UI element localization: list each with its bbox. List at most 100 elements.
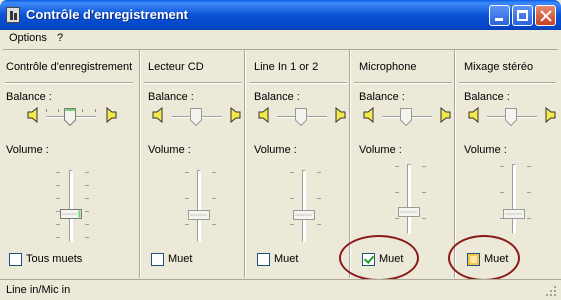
volume-track <box>197 170 201 242</box>
volume-tick <box>527 192 531 193</box>
mute-checkbox[interactable] <box>467 253 480 266</box>
menu-bar: Options ? <box>3 30 558 48</box>
speaker-right-icon <box>333 107 347 123</box>
balance-label: Balance : <box>359 91 405 103</box>
volume-tick <box>85 224 89 225</box>
volume-slider[interactable] <box>293 210 315 220</box>
column-line-in: Line In 1 or 2 Balance : Volume : Muet <box>247 50 349 278</box>
volume-tick <box>500 192 504 193</box>
title-bar[interactable]: Contrôle d'enregistrement <box>0 0 561 30</box>
mute-label[interactable]: Muet <box>379 253 403 265</box>
volume-track <box>302 170 306 242</box>
speaker-left-icon <box>151 107 165 123</box>
size-grip-icon[interactable] <box>546 286 557 297</box>
column-divider <box>5 82 133 84</box>
volume-tick <box>395 218 399 219</box>
mute-label[interactable]: Muet <box>168 253 192 265</box>
close-icon[interactable] <box>535 5 556 26</box>
mixer-panel: Contrôle d'enregistrement Balance : Volu… <box>3 49 558 281</box>
mute-label[interactable]: Muet <box>274 253 298 265</box>
volume-tick <box>317 224 321 225</box>
column-separator <box>139 50 141 278</box>
volume-tick <box>212 224 216 225</box>
column-divider <box>354 82 452 84</box>
minimize-icon[interactable] <box>489 5 510 26</box>
balance-tick <box>46 109 47 112</box>
volume-tick <box>56 185 60 186</box>
volume-tick <box>317 172 321 173</box>
mute-all-label[interactable]: Tous muets <box>26 253 82 265</box>
volume-label: Volume : <box>6 144 49 156</box>
volume-tick <box>185 172 189 173</box>
speaker-right-icon <box>438 107 452 123</box>
volume-track <box>407 164 411 234</box>
volume-tick <box>422 192 426 193</box>
speaker-left-icon <box>257 107 271 123</box>
volume-tick <box>85 211 89 212</box>
column-title: Contrôle d'enregistrement <box>6 61 133 73</box>
column-divider <box>249 82 347 84</box>
menu-options[interactable]: Options <box>9 32 47 44</box>
speaker-right-icon <box>543 107 557 123</box>
volume-label: Volume : <box>464 144 507 156</box>
volume-slider[interactable] <box>188 210 210 220</box>
volume-label: Volume : <box>254 144 297 156</box>
column-master: Contrôle d'enregistrement Balance : Volu… <box>3 50 139 278</box>
volume-tick <box>85 237 89 238</box>
volume-tick <box>56 172 60 173</box>
speaker-left-icon <box>26 107 40 123</box>
balance-slider[interactable] <box>505 108 517 127</box>
volume-tick <box>290 224 294 225</box>
speaker-right-icon <box>104 107 118 123</box>
mute-checkbox[interactable] <box>151 253 164 266</box>
volume-track <box>69 170 73 242</box>
window-title: Contrôle d'enregistrement <box>26 7 189 22</box>
volume-tick <box>290 198 294 199</box>
volume-tick <box>317 198 321 199</box>
column-cd-player: Lecteur CD Balance : Volume : Muet <box>142 50 244 278</box>
balance-tick <box>58 109 59 112</box>
volume-tick <box>527 166 531 167</box>
balance-label: Balance : <box>148 91 194 103</box>
volume-tick <box>185 198 189 199</box>
balance-slider[interactable] <box>64 108 76 127</box>
mute-checkbox[interactable] <box>362 253 375 266</box>
volume-tick <box>395 166 399 167</box>
volume-tick <box>56 224 60 225</box>
volume-tick <box>422 218 426 219</box>
column-title: Line In 1 or 2 <box>254 61 319 73</box>
recording-control-window: Contrôle d'enregistrement Options ? Cont… <box>0 0 561 300</box>
column-separator <box>244 50 246 278</box>
volume-slider[interactable] <box>398 207 420 217</box>
column-title: Mixage stéréo <box>464 61 534 73</box>
balance-slider[interactable] <box>295 108 307 127</box>
app-icon[interactable] <box>6 7 20 23</box>
mute-label[interactable]: Muet <box>484 253 508 265</box>
maximize-icon[interactable] <box>512 5 533 26</box>
volume-slider[interactable] <box>503 209 525 219</box>
status-bar: Line in/Mic in <box>0 279 561 300</box>
volume-tick <box>85 198 89 199</box>
volume-track <box>512 164 516 234</box>
mute-all-checkbox[interactable] <box>9 253 22 266</box>
balance-label: Balance : <box>464 91 510 103</box>
mute-checkbox[interactable] <box>257 253 270 266</box>
status-text: Line in/Mic in <box>6 284 71 296</box>
balance-slider[interactable] <box>400 108 412 127</box>
column-stereo-mix: Mixage stéréo Balance : Volume : Muet <box>448 50 558 281</box>
column-divider <box>144 82 242 84</box>
column-divider <box>459 82 556 84</box>
balance-slider[interactable] <box>190 108 202 127</box>
speaker-left-icon <box>467 107 481 123</box>
balance-tick <box>82 109 83 112</box>
volume-tick <box>500 166 504 167</box>
menu-help[interactable]: ? <box>57 32 63 44</box>
volume-label: Volume : <box>148 144 191 156</box>
volume-tick <box>290 172 294 173</box>
column-title: Lecteur CD <box>148 61 204 73</box>
volume-tick <box>56 198 60 199</box>
volume-slider[interactable] <box>60 209 82 219</box>
volume-tick <box>85 185 89 186</box>
column-microphone: Microphone Balance : Volume : Muet <box>339 50 454 281</box>
column-title: Microphone <box>359 61 417 73</box>
